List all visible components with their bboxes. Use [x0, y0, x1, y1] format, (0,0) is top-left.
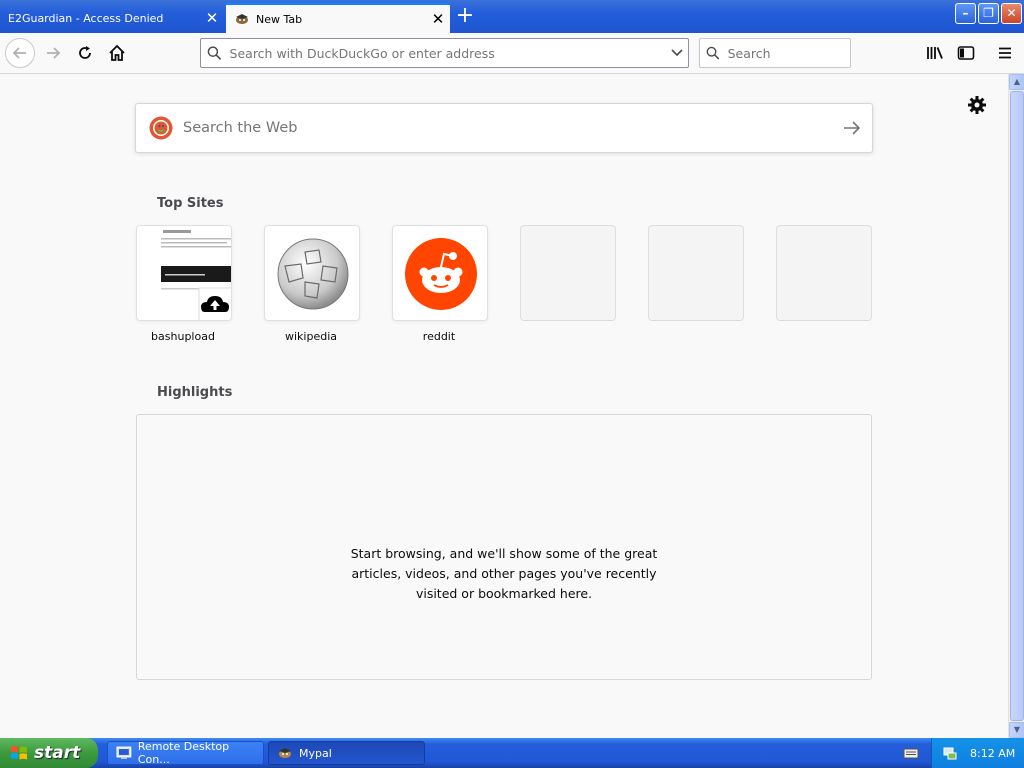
gear-icon[interactable]: [966, 94, 988, 116]
highlights-title: Highlights: [157, 385, 233, 400]
clock[interactable]: 8:12 AM: [970, 747, 1015, 760]
top-site-label[interactable]: reddit: [391, 330, 487, 343]
library-icon: [927, 47, 943, 59]
search-icon: [207, 46, 222, 60]
highlights-empty-message: Start browsing, and we'll show some of t…: [350, 546, 658, 601]
duckduckgo-logo-icon: [149, 116, 173, 140]
web-search-input[interactable]: [183, 120, 832, 136]
home-button[interactable]: [102, 38, 132, 68]
home-icon: [109, 44, 125, 61]
library-button[interactable]: [920, 38, 950, 68]
tab-e2guardian[interactable]: E2Guardian - Access Denied ✕: [0, 3, 224, 33]
tab-close-icon[interactable]: ✕: [200, 9, 224, 27]
chevron-down-icon: [671, 49, 683, 57]
search-icon: [706, 46, 720, 60]
forward-button[interactable]: [38, 38, 68, 68]
forward-arrow-icon: [47, 47, 61, 59]
sidebar-button[interactable]: [951, 38, 981, 68]
taskbar-item-remote-desktop[interactable]: Remote Desktop Con...: [107, 740, 264, 766]
wikipedia-globe-icon: [277, 238, 349, 310]
start-label: start: [34, 743, 81, 763]
search-input[interactable]: [727, 45, 850, 61]
top-sites-title: Top Sites: [157, 196, 224, 211]
mypal-favicon-icon: [236, 14, 248, 24]
window-maximize-button[interactable]: ❐: [978, 3, 999, 24]
web-search-submit-button[interactable]: [832, 120, 872, 136]
top-site-empty-slot[interactable]: [648, 225, 744, 321]
sidebar-icon: [957, 46, 975, 60]
reddit-icon: [405, 238, 477, 310]
window-minimize-button[interactable]: –: [955, 3, 976, 24]
network-icon[interactable]: [942, 745, 958, 761]
system-tray: 8:12 AM: [931, 738, 1024, 768]
taskbar-item-label: Remote Desktop Con...: [137, 740, 230, 766]
top-site-tile-reddit[interactable]: [392, 225, 488, 321]
web-search-box[interactable]: [135, 103, 873, 153]
taskbar-item-mypal[interactable]: Mypal: [268, 741, 425, 765]
new-tab-button[interactable]: +: [452, 4, 478, 30]
tab-new-tab[interactable]: New Tab ✕: [226, 3, 450, 33]
search-bar[interactable]: [699, 38, 851, 68]
tab-close-icon[interactable]: ✕: [426, 10, 450, 28]
highlights-panel: Start browsing, and we'll show some of t…: [136, 414, 872, 680]
scroll-thumb[interactable]: [1010, 91, 1024, 721]
reload-button[interactable]: [70, 38, 100, 68]
remote-desktop-icon: [116, 746, 132, 759]
top-site-empty-slot[interactable]: [520, 225, 616, 321]
back-arrow-icon: [12, 47, 26, 59]
top-site-label[interactable]: bashupload: [135, 330, 231, 343]
url-dropdown-button[interactable]: [666, 49, 688, 57]
mypal-icon: [279, 748, 291, 758]
windows-logo-icon: [11, 746, 27, 760]
back-button[interactable]: [5, 38, 35, 68]
hamburger-menu-icon: [999, 47, 1011, 59]
keyboard-icon[interactable]: [903, 745, 919, 761]
start-button[interactable]: start: [0, 738, 98, 768]
taskbar: start Remote Desktop Con... Mypal 8:12 A…: [0, 738, 1024, 768]
url-input[interactable]: [229, 45, 667, 61]
arrow-right-icon: [844, 121, 861, 135]
menu-button[interactable]: [990, 38, 1020, 68]
top-site-tile-wikipedia[interactable]: [264, 225, 360, 321]
scroll-up-arrow-icon[interactable]: ▲: [1009, 74, 1024, 90]
top-site-label[interactable]: wikipedia: [263, 330, 359, 343]
top-site-empty-slot[interactable]: [776, 225, 872, 321]
reload-icon: [79, 46, 91, 59]
vertical-scrollbar[interactable]: ▲ ▼: [1008, 74, 1024, 738]
url-bar[interactable]: [200, 38, 689, 68]
title-bar: E2Guardian - Access Denied ✕ New Tab ✕ +…: [0, 0, 1024, 33]
top-site-tile-bashupload[interactable]: [136, 225, 232, 321]
window-close-button[interactable]: ✕: [1001, 3, 1022, 24]
tab-label: E2Guardian - Access Denied: [8, 11, 164, 25]
navigation-toolbar: [0, 33, 1024, 74]
new-tab-page: Top Sites bashupload: [0, 74, 1008, 738]
scroll-down-arrow-icon[interactable]: ▼: [1009, 722, 1024, 738]
tab-label: New Tab: [256, 12, 303, 26]
taskbar-item-label: Mypal: [299, 746, 332, 760]
bashupload-thumbnail: [137, 226, 231, 320]
